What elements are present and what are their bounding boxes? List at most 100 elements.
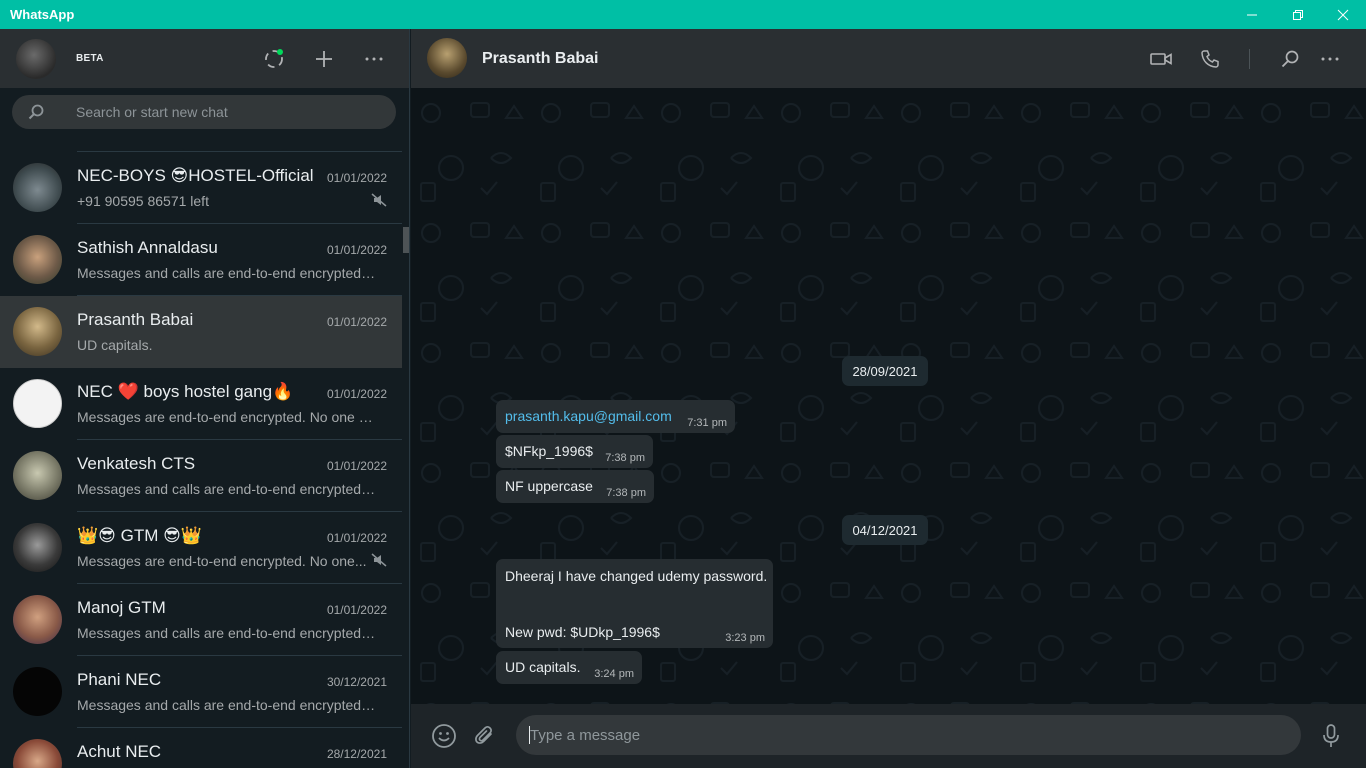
message-input-box[interactable] (516, 715, 1301, 755)
plus-icon (316, 51, 332, 67)
chat-preview: UD capitals. (77, 337, 153, 353)
app-title: WhatsApp (10, 7, 75, 22)
chat-date: 01/01/2022 (326, 171, 387, 185)
chat-item-nec-boys-hostel[interactable]: NEC-BOYS 😎HOSTEL-Official 01/01/2022 +91… (0, 152, 402, 224)
video-call-button[interactable] (1148, 46, 1174, 72)
chat-item-nec-boys-hostel-gang[interactable]: NEC ❤️ boys hostel gang🔥 01/01/2022 Mess… (0, 368, 402, 440)
avatar (13, 379, 62, 428)
conversation-header: Prasanth Babai (411, 29, 1366, 88)
avatar (13, 523, 62, 572)
message-text: $NFkp_1996$ (505, 443, 593, 459)
avatar[interactable] (16, 39, 56, 79)
message-time: 7:38 pm (605, 452, 645, 464)
message-bubble[interactable]: Dheeraj I have changed udemy password. N… (496, 559, 773, 648)
chat-item-phani[interactable]: Phani NEC 30/12/2021 Messages and calls … (0, 656, 402, 728)
search-box[interactable] (12, 95, 396, 129)
chat-name: Manoj GTM (77, 598, 166, 617)
email-link[interactable]: prasanth.kapu@gmail.com (505, 408, 672, 424)
avatar (13, 307, 62, 356)
microphone-icon (1323, 724, 1339, 747)
chat-preview: Messages are end-to-end encrypted. No on… (77, 409, 377, 425)
message-time: 7:38 pm (606, 487, 646, 499)
attach-button[interactable] (471, 722, 499, 750)
scrollbar-thumb[interactable] (403, 227, 409, 253)
chat-item-gtm[interactable]: 👑😎 GTM 😎👑 01/01/2022 Messages are end-to… (0, 512, 402, 584)
chat-preview: Messages and calls are end-to-end encryp… (77, 697, 377, 713)
message-bubble[interactable]: prasanth.kapu@gmail.com 7:31 pm (496, 400, 735, 433)
search-icon (28, 104, 44, 120)
message-area: 28/09/2021 prasanth.kapu@gmail.com 7:31 … (411, 88, 1366, 704)
contact-avatar[interactable] (427, 38, 467, 78)
avatar (13, 667, 62, 716)
search-messages-button[interactable] (1277, 46, 1303, 72)
contact-name[interactable]: Prasanth Babai (482, 50, 598, 68)
close-icon (1337, 9, 1349, 20)
avatar (13, 163, 62, 212)
chat-name: 👑😎 GTM 😎👑 (77, 526, 202, 545)
search-bar (0, 88, 409, 136)
chat-preview: Messages and calls are end-to-end encryp… (77, 265, 377, 281)
message-text: New pwd: $UDkp_1996$ (505, 624, 660, 640)
chat-preview: Messages and calls are end-to-end encryp… (77, 625, 377, 641)
status-icon (265, 49, 283, 68)
header-divider (1249, 49, 1250, 69)
text-caret (529, 726, 530, 744)
chat-preview: Messages are end-to-end encrypted. No on… (77, 553, 367, 569)
chat-item-prasanth[interactable]: Prasanth Babai 01/01/2022 UD capitals. (0, 296, 402, 368)
emoji-button[interactable] (430, 722, 458, 750)
conversation-menu-button[interactable] (1317, 46, 1343, 72)
sidebar: BETA NEC-BOYS 😎HOSTEL-Official 01/01/202… (0, 29, 410, 768)
chat-date: 01/01/2022 (326, 603, 387, 617)
chat-item-manoj[interactable]: Manoj GTM 01/01/2022 Messages and calls … (0, 584, 402, 656)
date-divider: 04/12/2021 (842, 515, 928, 545)
message-bubble[interactable]: NF uppercase 7:38 pm (496, 470, 654, 503)
more-options-icon (1321, 57, 1339, 61)
status-button[interactable] (261, 46, 287, 72)
chat-item-sathish[interactable]: Sathish Annaldasu 01/01/2022 Messages an… (0, 224, 402, 296)
menu-button[interactable] (361, 46, 387, 72)
voice-message-button[interactable] (1317, 722, 1345, 750)
chat-name: Phani NEC (77, 670, 162, 689)
message-text: Dheeraj I have changed udemy password. (505, 568, 768, 584)
restore-button[interactable] (1275, 0, 1321, 29)
avatar (13, 595, 62, 644)
chat-preview: +91 90595 86571 left (77, 193, 209, 209)
minimize-button[interactable] (1229, 0, 1275, 29)
chat-name: Achut NEC (77, 742, 162, 761)
message-input[interactable] (530, 715, 1290, 755)
chat-list-scrollbar[interactable] (402, 136, 409, 768)
chat-date: 01/01/2022 (326, 387, 387, 401)
phone-icon (1201, 50, 1219, 68)
avatar (13, 235, 62, 284)
chat-list: NEC-BOYS 😎HOSTEL-Official 01/01/2022 +91… (0, 136, 402, 768)
sidebar-header: BETA (0, 29, 409, 88)
more-options-icon (365, 57, 383, 61)
list-item[interactable] (0, 136, 402, 152)
muted-icon (371, 553, 387, 567)
chat-date: 01/01/2022 (326, 459, 387, 473)
chat-name: Prasanth Babai (77, 310, 194, 329)
chat-name: NEC ❤️ boys hostel gang🔥 (77, 382, 294, 401)
search-input[interactable] (76, 95, 376, 129)
chat-item-achut[interactable]: Achut NEC 28/12/2021 (0, 728, 402, 768)
conversation-panel: Prasanth Babai 28/09/2021 prasanth.kapu@… (411, 29, 1366, 768)
close-button[interactable] (1320, 0, 1366, 29)
new-chat-button[interactable] (311, 46, 337, 72)
chat-preview: Messages and calls are end-to-end encryp… (77, 481, 377, 497)
chat-name: NEC-BOYS 😎HOSTEL-Official (77, 166, 314, 185)
restore-icon (1293, 9, 1303, 20)
chat-date: 30/12/2021 (326, 675, 387, 689)
muted-icon (371, 193, 387, 207)
title-bar: WhatsApp (0, 0, 1366, 29)
voice-call-button[interactable] (1197, 46, 1223, 72)
message-time: 7:31 pm (687, 417, 727, 429)
paperclip-icon (475, 726, 492, 744)
video-call-icon (1150, 53, 1172, 65)
message-text: NF uppercase (505, 478, 593, 494)
message-time: 3:23 pm (725, 632, 765, 644)
avatar (13, 739, 62, 768)
message-bubble[interactable]: $NFkp_1996$ 7:38 pm (496, 435, 653, 468)
message-bubble[interactable]: UD capitals. 3:24 pm (496, 651, 642, 684)
chat-item-venkatesh[interactable]: Venkatesh CTS 01/01/2022 Messages and ca… (0, 440, 402, 512)
minimize-icon (1247, 14, 1257, 15)
